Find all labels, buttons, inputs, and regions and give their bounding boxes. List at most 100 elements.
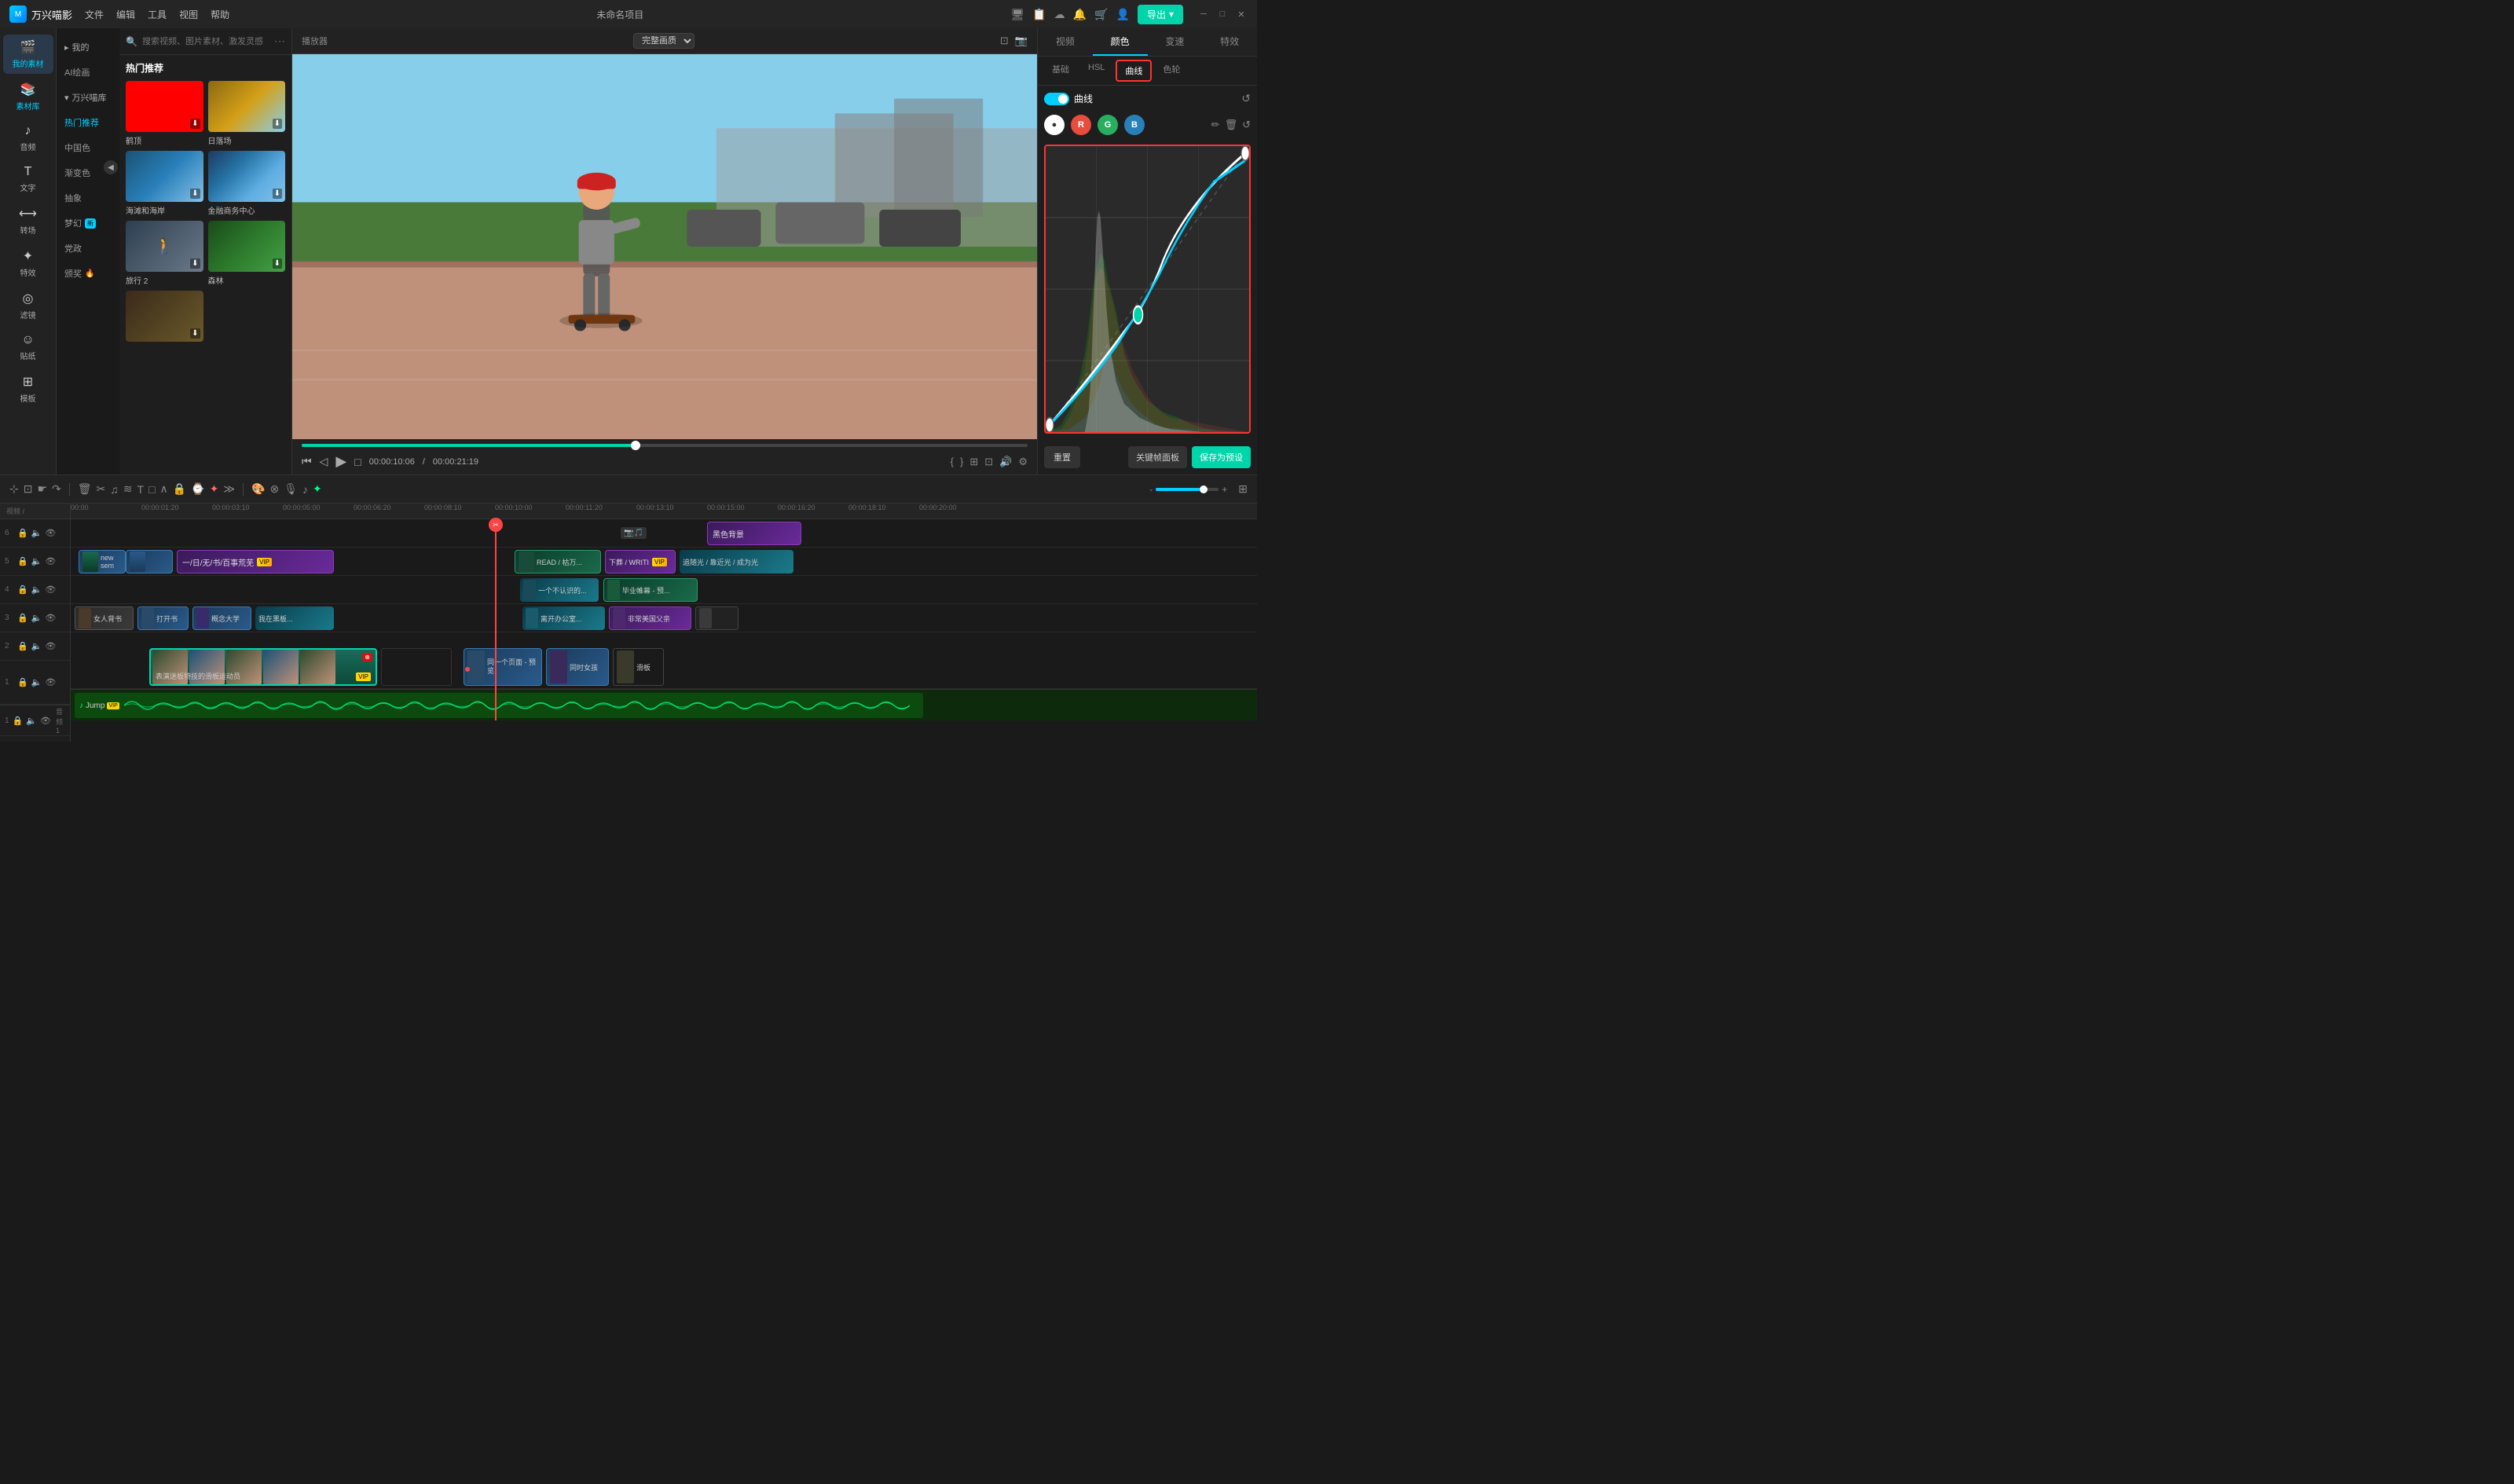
category-party[interactable]: 党政 (57, 236, 119, 261)
audio-clip-jump[interactable]: ♪ Jump VIP (75, 693, 923, 718)
category-dream[interactable]: 梦幻 新 (57, 211, 119, 236)
keyframe-panel-button[interactable]: 关键帧面板 (1128, 446, 1187, 468)
more-options-icon[interactable]: ⋯ (274, 35, 285, 48)
clip-father[interactable]: 非常美国父亲 (609, 606, 691, 630)
hand-tool[interactable]: ☛ (37, 482, 47, 496)
refresh-curve-icon[interactable]: ↺ (1242, 119, 1251, 131)
fit-icon[interactable]: ⊡ (1000, 35, 1009, 47)
menu-view[interactable]: 视图 (179, 8, 198, 21)
clip-sem[interactable] (126, 550, 173, 573)
category-award[interactable]: 颁奖 🔥 (57, 261, 119, 286)
mute-icon-2[interactable]: 🔈 (31, 641, 42, 651)
clip-woman[interactable]: 女人背书 (75, 606, 134, 630)
clip-samepage[interactable]: 同一个页面 - 预览 (464, 648, 542, 686)
select-tool[interactable]: ⊹ (9, 482, 19, 496)
effect-tool[interactable]: ✦ (210, 482, 219, 496)
clip-office[interactable]: 离开办公室... (522, 606, 605, 630)
media-item-2[interactable]: ⬇ 海滩和海岸 (126, 151, 203, 216)
clip-new[interactable]: new sem (79, 550, 126, 573)
progress-bar[interactable] (302, 444, 1028, 447)
tab-effects[interactable]: 特效 (1202, 28, 1257, 56)
category-ai[interactable]: AI绘画 (57, 60, 119, 85)
clip-daily[interactable]: 一/日/无/书/百事荒芜 VIP (177, 550, 334, 573)
channel-b-button[interactable]: B (1124, 115, 1145, 135)
audio-icon[interactable]: 🔊 (999, 456, 1012, 468)
close-button[interactable]: ✕ (1235, 8, 1248, 20)
channel-g-button[interactable]: G (1098, 115, 1118, 135)
eye-icon-audio[interactable]: 👁 (40, 716, 51, 726)
save-preset-button[interactable]: 保存为预设 (1192, 446, 1251, 468)
menu-tools[interactable]: 工具 (148, 8, 167, 21)
text-tool[interactable]: T (137, 483, 145, 496)
lock-icon-2[interactable]: 🔒 (17, 641, 28, 651)
sidebar-item-library[interactable]: 📚 素材库 (3, 77, 53, 116)
clip-light[interactable]: 追随光 / 靠近光 / 成为光 (680, 550, 793, 573)
color-tool[interactable]: 🎨 (251, 482, 265, 496)
speed-minus[interactable]: - (1149, 484, 1153, 495)
speed-bar[interactable] (1156, 488, 1219, 491)
progress-thumb[interactable] (631, 441, 640, 450)
mark-in-icon[interactable]: { (951, 456, 954, 467)
audio-split-tool[interactable]: ♫ (110, 483, 119, 496)
subtab-curve[interactable]: 曲线 (1116, 60, 1152, 82)
tab-video[interactable]: 视频 (1038, 28, 1093, 56)
menu-edit[interactable]: 编辑 (116, 8, 135, 21)
clip-university[interactable]: 概念大学 (192, 606, 251, 630)
timer-tool[interactable]: ⌚ (191, 482, 204, 496)
beauty-tool[interactable]: ✦ (313, 482, 322, 496)
lock-icon-audio[interactable]: 🔒 (13, 716, 24, 726)
lock-icon-3[interactable]: 🔒 (17, 613, 28, 623)
reset-button[interactable]: 重置 (1044, 446, 1080, 468)
clip-girl[interactable]: 同时女孩 (546, 648, 609, 686)
my-section[interactable]: ▸ 我的 (57, 35, 119, 60)
speed-plus[interactable]: + (1222, 484, 1227, 495)
eye-icon-1[interactable]: 👁 (45, 677, 56, 687)
sidebar-item-effects[interactable]: ✦ 特效 (3, 244, 53, 283)
clip-skateboard[interactable]: 滑板 (613, 648, 664, 686)
media-item-1[interactable]: ⬇ 日落场 (208, 81, 286, 146)
clip-skater[interactable]: 表演迷板特技的滑板运动员 VIP ⊗ (149, 648, 377, 686)
sidebar-item-template[interactable]: ⊞ 模板 (3, 369, 53, 409)
sidebar-item-text[interactable]: T 文字 (3, 160, 53, 198)
lock-icon-5[interactable]: 🔒 (17, 556, 28, 566)
clip-blackboard[interactable]: 我在黑板... (255, 606, 334, 630)
collapse-panel-button[interactable]: ◀ (104, 160, 118, 174)
mic-tool[interactable]: 🎙 (284, 482, 298, 496)
clip-graduation[interactable]: 毕业帷幕 - 预... (603, 578, 698, 602)
split-view-icon[interactable]: ⊞ (969, 456, 978, 468)
clip-read[interactable]: READ / 枯万... (515, 550, 601, 573)
sidebar-item-materials[interactable]: 🎬 我的素材 (3, 35, 53, 74)
mask-tool[interactable]: ⊗ (270, 482, 280, 496)
eye-icon-5[interactable]: 👁 (45, 556, 56, 566)
subtab-colorwheel[interactable]: 色轮 (1155, 60, 1188, 82)
menu-file[interactable]: 文件 (85, 8, 104, 21)
sidebar-item-filter[interactable]: ◎ 滤镜 (3, 286, 53, 325)
mark-out-icon[interactable]: } (960, 456, 963, 467)
fullscreen-icon[interactable]: ⊡ (984, 456, 993, 468)
lock-tool[interactable]: 🔒 (173, 482, 186, 496)
clip-unknown[interactable]: 一个不认识的... (520, 578, 599, 602)
mute-icon-4[interactable]: 🔈 (31, 584, 42, 595)
mute-icon-1[interactable]: 🔈 (31, 677, 42, 687)
redo-tool[interactable]: ↷ (52, 482, 61, 496)
eye-icon-4[interactable]: 👁 (45, 584, 56, 595)
lock-icon-4[interactable]: 🔒 (17, 584, 28, 595)
crop-tool[interactable]: ⊡ (24, 482, 33, 496)
music-tool[interactable]: ♪ (302, 483, 308, 496)
library-section[interactable]: ▾ 万兴喵库 (57, 85, 119, 110)
eye-icon-6[interactable]: 👁 (45, 528, 56, 538)
rect-tool[interactable]: □ (148, 483, 155, 496)
menu-help[interactable]: 帮助 (211, 8, 229, 21)
scissors-tool[interactable]: ✂ (97, 482, 106, 496)
media-item-6[interactable]: ⬇ (126, 291, 203, 342)
delete-curve-icon[interactable]: 🗑 (1225, 119, 1238, 131)
settings-icon[interactable]: ⚙ (1018, 456, 1028, 468)
sidebar-item-transition[interactable]: ⟷ 转场 (3, 201, 53, 240)
category-china[interactable]: 中国色 (57, 135, 119, 160)
media-item-0[interactable]: ⬇ 鹤顶 (126, 81, 203, 146)
lock-icon-1[interactable]: 🔒 (17, 677, 28, 687)
lock-icon-6[interactable]: 🔒 (17, 528, 28, 538)
mute-icon-audio[interactable]: 🔈 (26, 716, 37, 726)
category-abstract[interactable]: 抽象 (57, 185, 119, 211)
line-tool[interactable]: ∧ (160, 482, 168, 496)
